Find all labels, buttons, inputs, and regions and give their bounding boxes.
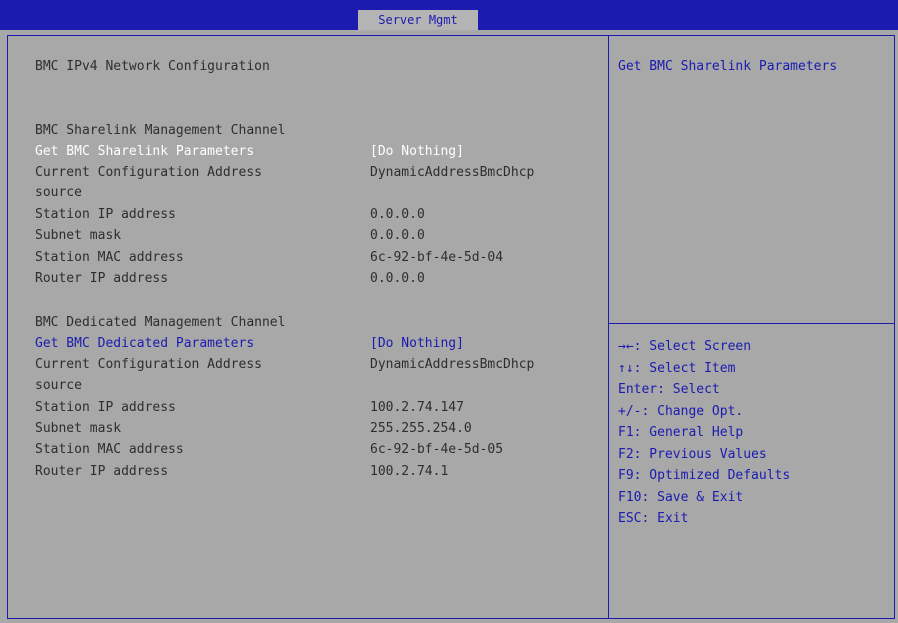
key-select-item: ↑↓: Select Item <box>618 360 736 376</box>
dedicated-subnet-value: 255.255.254.0 <box>370 421 472 436</box>
dedicated-mac-label: Station MAC address <box>35 442 184 457</box>
dedicated-config-source-value: DynamicAddressBmcDhcp <box>370 357 535 372</box>
dedicated-station-ip-value: 100.2.74.147 <box>370 400 464 415</box>
sharelink-heading: BMC Sharelink Management Channel <box>35 123 286 138</box>
get-sharelink-params-label[interactable]: Get BMC Sharelink Parameters <box>35 143 254 161</box>
sharelink-station-ip-label: Station IP address <box>35 207 176 222</box>
tab-server-mgmt[interactable]: Server Mgmt <box>358 10 478 30</box>
dedicated-config-source-label: Current Configuration Address <box>35 357 262 372</box>
get-dedicated-params-value[interactable]: [Do Nothing] <box>370 335 464 353</box>
sharelink-config-source-value: DynamicAddressBmcDhcp <box>370 165 535 180</box>
help-text: Get BMC Sharelink Parameters <box>618 59 838 74</box>
sharelink-mac-value: 6c-92-bf-4e-5d-04 <box>370 250 504 265</box>
dedicated-station-ip-label: Station IP address <box>35 400 176 415</box>
key-select-screen: →←: Select Screen <box>618 339 752 354</box>
section-title: BMC IPv4 Network Configuration <box>35 59 270 74</box>
sharelink-config-source-label-cont: source <box>35 185 82 200</box>
key-optimized-defaults: F9: Optimized Defaults <box>618 468 791 483</box>
sharelink-router-label: Router IP address <box>35 271 169 286</box>
key-enter-select: Enter: Select <box>618 382 720 397</box>
sharelink-mac-label: Station MAC address <box>35 250 184 265</box>
sharelink-subnet-value: 0.0.0.0 <box>370 228 425 243</box>
sharelink-station-ip-value: 0.0.0.0 <box>370 207 425 222</box>
dedicated-mac-value: 6c-92-bf-4e-5d-05 <box>370 442 504 457</box>
key-change-opt: +/-: Change Opt. <box>618 403 744 419</box>
help-divider <box>608 323 895 324</box>
sharelink-router-value: 0.0.0.0 <box>370 271 425 286</box>
key-save-exit: F10: Save & Exit <box>618 489 744 505</box>
key-previous-values: F2: Previous Values <box>618 446 767 462</box>
key-legend: →←: Select Screen ↑↓: Select Item Enter:… <box>618 336 790 530</box>
dedicated-router-value: 100.2.74.1 <box>370 464 449 479</box>
top-menu-bar: Server Mgmt <box>0 0 898 30</box>
get-sharelink-params-value[interactable]: [Do Nothing] <box>370 143 464 161</box>
get-dedicated-params-label[interactable]: Get BMC Dedicated Parameters <box>35 335 254 353</box>
vertical-divider <box>608 35 609 619</box>
key-esc-exit: ESC: Exit <box>618 511 689 526</box>
dedicated-subnet-label: Subnet mask <box>35 421 122 436</box>
dedicated-heading: BMC Dedicated Management Channel <box>35 315 286 330</box>
sharelink-config-source-label: Current Configuration Address <box>35 165 262 180</box>
key-general-help: F1: General Help <box>618 425 744 440</box>
dedicated-router-label: Router IP address <box>35 464 169 479</box>
dedicated-config-source-label-cont: source <box>35 378 82 393</box>
sharelink-subnet-label: Subnet mask <box>35 228 122 243</box>
